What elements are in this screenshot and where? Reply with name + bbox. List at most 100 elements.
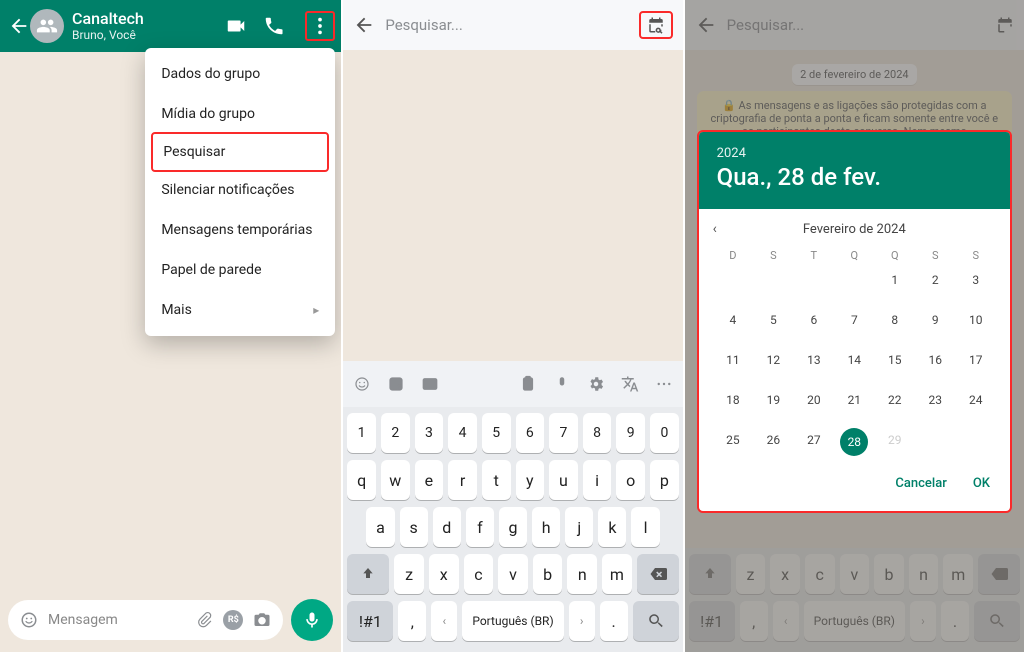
sticker-icon[interactable] [387,375,405,393]
key-2[interactable]: 2 [381,413,410,453]
key-k[interactable]: k [598,507,626,547]
day-5[interactable]: 5 [753,308,793,332]
key-j[interactable]: j [565,507,593,547]
day-8[interactable]: 8 [875,308,915,332]
emoji-icon[interactable] [353,375,371,393]
key-r[interactable]: r [448,460,477,500]
day-15[interactable]: 15 [875,348,915,372]
video-call-icon[interactable] [225,15,247,37]
day-22[interactable]: 22 [875,388,915,412]
key-h[interactable]: h [532,507,560,547]
back-icon[interactable] [353,14,375,36]
back-icon[interactable] [8,15,30,37]
key-c[interactable]: c [464,554,494,594]
menu-papel-de-parede[interactable]: Papel de parede [145,250,335,290]
message-input[interactable]: Mensagem R$ [8,600,283,640]
menu-pesquisar[interactable]: Pesquisar [151,132,329,172]
key-g[interactable]: g [499,507,527,547]
payment-icon[interactable]: R$ [223,610,243,630]
calendar-search-icon[interactable] [647,16,665,34]
key-l[interactable]: l [631,507,659,547]
key-y[interactable]: y [516,460,545,500]
translate-icon[interactable] [621,375,639,393]
key-lang-next[interactable]: › [569,601,595,641]
day-20[interactable]: 20 [794,388,834,412]
key-w[interactable]: w [381,460,410,500]
key-5[interactable]: 5 [482,413,511,453]
key-comma[interactable]: , [398,601,426,641]
attach-icon[interactable] [195,611,213,629]
day-27[interactable]: 27 [794,428,834,452]
day-19[interactable]: 19 [753,388,793,412]
day-25[interactable]: 25 [713,428,753,452]
mic-button[interactable] [291,599,333,641]
menu-silenciar[interactable]: Silenciar notificações [145,170,335,210]
key-e[interactable]: e [415,460,444,500]
more-icon[interactable] [309,15,331,37]
emoji-icon[interactable] [20,611,38,629]
key-n[interactable]: n [567,554,597,594]
key-a[interactable]: a [366,507,394,547]
key-d[interactable]: d [433,507,461,547]
chat-title-block[interactable]: Canaltech Bruno, Você [72,10,144,42]
key-4[interactable]: 4 [448,413,477,453]
key-q[interactable]: q [347,460,376,500]
prev-month-icon[interactable]: ‹ [713,221,717,237]
key-p[interactable]: p [650,460,679,500]
voice-call-icon[interactable] [263,15,285,37]
camera-icon[interactable] [253,611,271,629]
menu-dados-do-grupo[interactable]: Dados do grupo [145,54,335,94]
day-1[interactable]: 1 [875,268,915,292]
day-24[interactable]: 24 [956,388,996,412]
day-14[interactable]: 14 [834,348,874,372]
day-23[interactable]: 23 [915,388,955,412]
key-z[interactable]: z [394,554,424,594]
key-m[interactable]: m [602,554,632,594]
key-backspace[interactable] [637,554,679,594]
day-9[interactable]: 9 [915,308,955,332]
key-0[interactable]: 0 [650,413,679,453]
clipboard-icon[interactable] [519,375,537,393]
menu-temporarias[interactable]: Mensagens temporárias [145,210,335,250]
day-17[interactable]: 17 [956,348,996,372]
key-u[interactable]: u [549,460,578,500]
key-i[interactable]: i [583,460,612,500]
key-1[interactable]: 1 [347,413,376,453]
key-x[interactable]: x [429,554,459,594]
dp-year[interactable]: 2024 [717,146,992,161]
day-4[interactable]: 4 [713,308,753,332]
gif-icon[interactable] [421,375,439,393]
day-26[interactable]: 26 [753,428,793,452]
day-2[interactable]: 2 [915,268,955,292]
key-v[interactable]: v [498,554,528,594]
day-6[interactable]: 6 [794,308,834,332]
key-symbols[interactable]: !#1 [347,601,393,641]
search-input[interactable]: Pesquisar... [385,16,632,34]
key-search[interactable] [633,601,679,641]
voice-input-icon[interactable] [553,375,571,393]
menu-mais[interactable]: Mais▸ [145,290,335,330]
day-11[interactable]: 11 [713,348,753,372]
key-o[interactable]: o [616,460,645,500]
key-dot[interactable]: . [600,601,628,641]
dp-ok-button[interactable]: OK [973,476,990,491]
day-16[interactable]: 16 [915,348,955,372]
key-7[interactable]: 7 [549,413,578,453]
kb-more-icon[interactable] [655,375,673,393]
day-21[interactable]: 21 [834,388,874,412]
day-12[interactable]: 12 [753,348,793,372]
key-b[interactable]: b [533,554,563,594]
key-3[interactable]: 3 [415,413,444,453]
keyboard[interactable]: 1234567890 qwertyuiop asdfghjkl zxcvbnm … [343,407,682,652]
key-lang-prev[interactable]: ‹ [431,601,457,641]
key-space[interactable]: Português (BR) [462,601,563,641]
key-8[interactable]: 8 [583,413,612,453]
day-10[interactable]: 10 [956,308,996,332]
settings-icon[interactable] [587,375,605,393]
dp-cancel-button[interactable]: Cancelar [895,476,946,491]
day-13[interactable]: 13 [794,348,834,372]
key-shift[interactable] [347,554,389,594]
key-f[interactable]: f [466,507,494,547]
key-s[interactable]: s [400,507,428,547]
key-9[interactable]: 9 [616,413,645,453]
